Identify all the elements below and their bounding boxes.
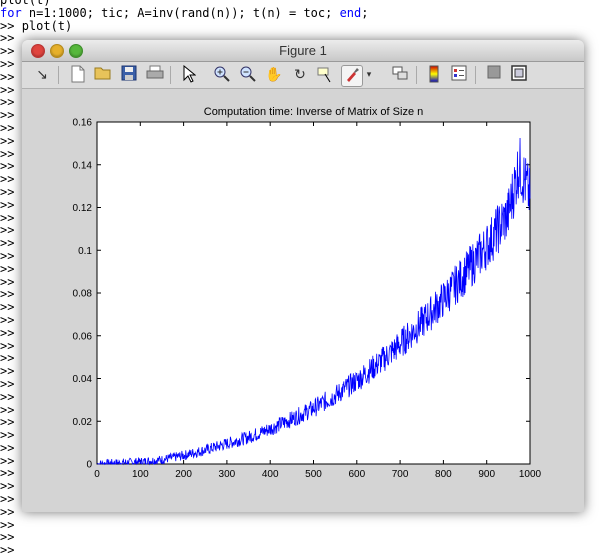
keyword-for: for — [0, 5, 22, 20]
x-tick-label: 400 — [262, 469, 279, 480]
keyword-end: end — [339, 5, 362, 20]
y-tick-label: 0.1 — [78, 246, 92, 257]
x-tick-label: 0 — [94, 469, 100, 480]
console-line: >> — [0, 517, 15, 532]
x-tick-label: 1000 — [519, 469, 542, 480]
x-tick-label: 200 — [175, 469, 192, 480]
y-tick-label: 0.06 — [73, 331, 93, 342]
line-chart[interactable]: 0 100 200 300 400 500 600 700 800 900 1000 0 0.02 0.0… — [22, 40, 584, 512]
console-line: >> — [0, 530, 15, 545]
x-tick-label: 100 — [132, 469, 149, 480]
y-tick-label: 0.12 — [73, 203, 93, 214]
y-tick-label: 0.16 — [73, 118, 93, 129]
y-tick-label: 0.04 — [73, 374, 93, 385]
y-tick-label: 0 — [86, 460, 92, 471]
console-line: >> — [0, 543, 15, 557]
y-tick-label: 0.02 — [73, 417, 93, 428]
figure-window[interactable]: Figure 1 ↘ ✋ ↻ ▾ Computation time: Inver… — [22, 40, 584, 512]
x-tick-label: 600 — [348, 469, 365, 480]
x-tick-label: 500 — [305, 469, 322, 480]
console-line: for n=1:1000; tic; A=inv(rand(n)); t(n) … — [0, 5, 369, 20]
console-line: >> plot(t) — [0, 18, 73, 33]
y-tick-label: 0.14 — [73, 160, 93, 171]
y-tick-label: 0.08 — [73, 289, 93, 300]
x-tick-label: 900 — [478, 469, 495, 480]
x-tick-label: 700 — [392, 469, 409, 480]
x-tick-label: 800 — [435, 469, 452, 480]
x-tick-label: 300 — [219, 469, 236, 480]
